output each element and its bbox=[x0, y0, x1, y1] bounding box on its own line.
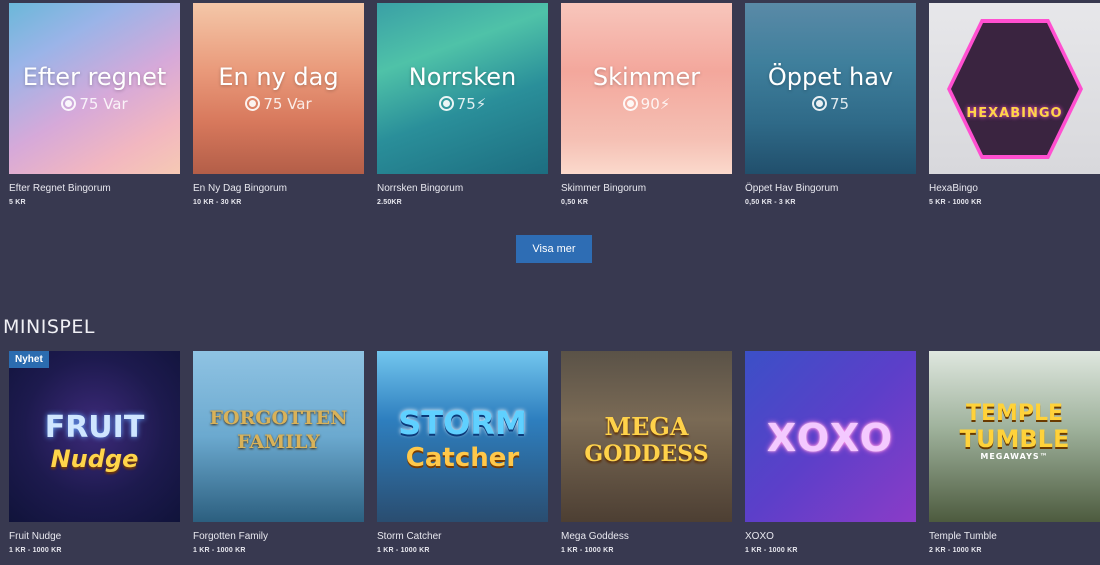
thumbnail-info: 90⚡ bbox=[561, 95, 732, 113]
game-thumbnail[interactable]: Skimmer 90⚡ bbox=[561, 3, 732, 174]
game-thumbnail[interactable]: FORGOTTEN FAMILY bbox=[193, 351, 364, 522]
game-name[interactable]: XOXO bbox=[745, 531, 916, 542]
game-thumbnail[interactable]: XOXO bbox=[745, 351, 916, 522]
game-price: 1 KR - 1000 KR bbox=[745, 547, 798, 554]
game-card-skimmer[interactable]: Skimmer 90⚡ Skimmer Bingorum 0,50 KR bbox=[561, 3, 732, 206]
game-thumbnail[interactable]: En ny dag 75 Var bbox=[193, 3, 364, 174]
game-price: 2 KR - 1000 KR bbox=[929, 547, 982, 554]
game-logo-line2: TUMBLE bbox=[959, 425, 1070, 453]
game-price: 0,50 KR - 3 KR bbox=[745, 199, 796, 206]
game-price: 1 KR - 1000 KR bbox=[561, 547, 614, 554]
game-price: 5 KR - 1000 KR bbox=[929, 199, 982, 206]
thumbnail-title: Skimmer bbox=[592, 63, 701, 91]
game-card-en-ny-dag[interactable]: En ny dag 75 Var En Ny Dag Bingorum 10 K… bbox=[193, 3, 364, 206]
game-price: 1 KR - 1000 KR bbox=[9, 547, 62, 554]
game-price: 1 KR - 1000 KR bbox=[193, 547, 246, 554]
section-title-minispel: MINISPEL bbox=[3, 316, 95, 338]
thumbnail-title: Öppet hav bbox=[767, 63, 894, 91]
game-logo-line1: MEGA bbox=[604, 412, 689, 441]
new-badge: Nyhet bbox=[9, 351, 49, 368]
game-card-norrsken[interactable]: Norrsken 75⚡ Norrsken Bingorum 2.50KR bbox=[377, 3, 548, 206]
game-thumbnail[interactable]: HEXABINGO bbox=[929, 3, 1100, 174]
game-logo-line2: GODDESS bbox=[584, 441, 709, 467]
game-logo-line1: TEMPLE bbox=[965, 401, 1064, 426]
game-name[interactable]: Norrsken Bingorum bbox=[377, 183, 548, 194]
thumbnail-title: Norrsken bbox=[408, 63, 517, 91]
thumbnail-title: En ny dag bbox=[218, 63, 339, 91]
thumbnail-info: 75 bbox=[745, 95, 916, 113]
game-price: 2.50KR bbox=[377, 199, 402, 206]
game-price: 10 KR - 30 KR bbox=[193, 199, 242, 206]
lightning-icon: ⚡ bbox=[659, 95, 671, 113]
game-logo-line1: XOXO bbox=[766, 416, 895, 460]
game-card-efter-regnet[interactable]: Efter regnet 75 Var Efter Regnet Bingoru… bbox=[9, 3, 180, 206]
minigames-row: FRUIT Nudge Nyhet Fruit Nudge 1 KR - 100… bbox=[9, 351, 1100, 554]
game-logo-line2: FAMILY bbox=[237, 431, 320, 453]
game-price: 5 KR bbox=[9, 199, 26, 206]
hexabingo-logo: HEXABINGO bbox=[966, 106, 1063, 121]
game-price: 0,50 KR bbox=[561, 199, 589, 206]
ball-icon bbox=[61, 96, 77, 111]
thumbnail-info: 75 Var bbox=[193, 95, 364, 113]
game-name[interactable]: Temple Tumble bbox=[929, 531, 1100, 542]
game-name[interactable]: En Ny Dag Bingorum bbox=[193, 183, 364, 194]
game-name[interactable]: Efter Regnet Bingorum bbox=[9, 183, 180, 194]
game-logo-line1: STORM bbox=[398, 404, 527, 442]
game-thumbnail[interactable]: Öppet hav 75 bbox=[745, 3, 916, 174]
show-more-button[interactable]: Visa mer bbox=[516, 235, 592, 263]
game-thumbnail[interactable]: FRUIT Nudge Nyhet bbox=[9, 351, 180, 522]
game-thumbnail[interactable]: MEGA GODDESS bbox=[561, 351, 732, 522]
bingo-rooms-row: Efter regnet 75 Var Efter Regnet Bingoru… bbox=[9, 3, 1100, 206]
ball-icon bbox=[438, 96, 454, 111]
game-price: 1 KR - 1000 KR bbox=[377, 547, 430, 554]
lightning-icon: ⚡ bbox=[475, 95, 487, 113]
thumbnail-info: 75 Var bbox=[9, 95, 180, 113]
game-thumbnail[interactable]: STORM Catcher bbox=[377, 351, 548, 522]
game-card-hexabingo[interactable]: HEXABINGO HexaBingo 5 KR - 1000 KR bbox=[929, 3, 1100, 206]
game-card-storm-catcher[interactable]: STORM Catcher Storm Catcher 1 KR - 1000 … bbox=[377, 351, 548, 554]
game-card-temple-tumble[interactable]: TEMPLE TUMBLE MEGAWAYS™ Temple Tumble 2 … bbox=[929, 351, 1100, 554]
game-name[interactable]: Storm Catcher bbox=[377, 531, 548, 542]
game-card-forgotten-family[interactable]: FORGOTTEN FAMILY Forgotten Family 1 KR -… bbox=[193, 351, 364, 554]
game-card-mega-goddess[interactable]: MEGA GODDESS Mega Goddess 1 KR - 1000 KR bbox=[561, 351, 732, 554]
game-logo-line2: Nudge bbox=[50, 445, 139, 473]
thumbnail-info: 75⚡ bbox=[377, 95, 548, 113]
game-name[interactable]: HexaBingo bbox=[929, 183, 1100, 194]
ball-icon bbox=[245, 96, 261, 111]
game-card-oppet-hav[interactable]: Öppet hav 75 Öppet Hav Bingorum 0,50 KR … bbox=[745, 3, 916, 206]
game-logo-line1: FORGOTTEN bbox=[209, 407, 348, 429]
game-thumbnail[interactable]: TEMPLE TUMBLE MEGAWAYS™ bbox=[929, 351, 1100, 522]
game-thumbnail[interactable]: Efter regnet 75 Var bbox=[9, 3, 180, 174]
game-name[interactable]: Öppet Hav Bingorum bbox=[745, 183, 916, 194]
game-name[interactable]: Skimmer Bingorum bbox=[561, 183, 732, 194]
ball-icon bbox=[622, 96, 638, 111]
game-logo-line1: FRUIT bbox=[44, 410, 145, 445]
game-thumbnail[interactable]: Norrsken 75⚡ bbox=[377, 3, 548, 174]
thumbnail-title: Efter regnet bbox=[22, 63, 167, 91]
game-name[interactable]: Mega Goddess bbox=[561, 531, 732, 542]
game-logo-line3: MEGAWAYS™ bbox=[980, 452, 1049, 461]
game-card-fruit-nudge[interactable]: FRUIT Nudge Nyhet Fruit Nudge 1 KR - 100… bbox=[9, 351, 180, 554]
game-logo-line2: Catcher bbox=[405, 443, 520, 473]
ball-icon bbox=[811, 96, 827, 111]
game-card-xoxo[interactable]: XOXO XOXO 1 KR - 1000 KR bbox=[745, 351, 916, 554]
game-name[interactable]: Forgotten Family bbox=[193, 531, 364, 542]
game-name[interactable]: Fruit Nudge bbox=[9, 531, 180, 542]
